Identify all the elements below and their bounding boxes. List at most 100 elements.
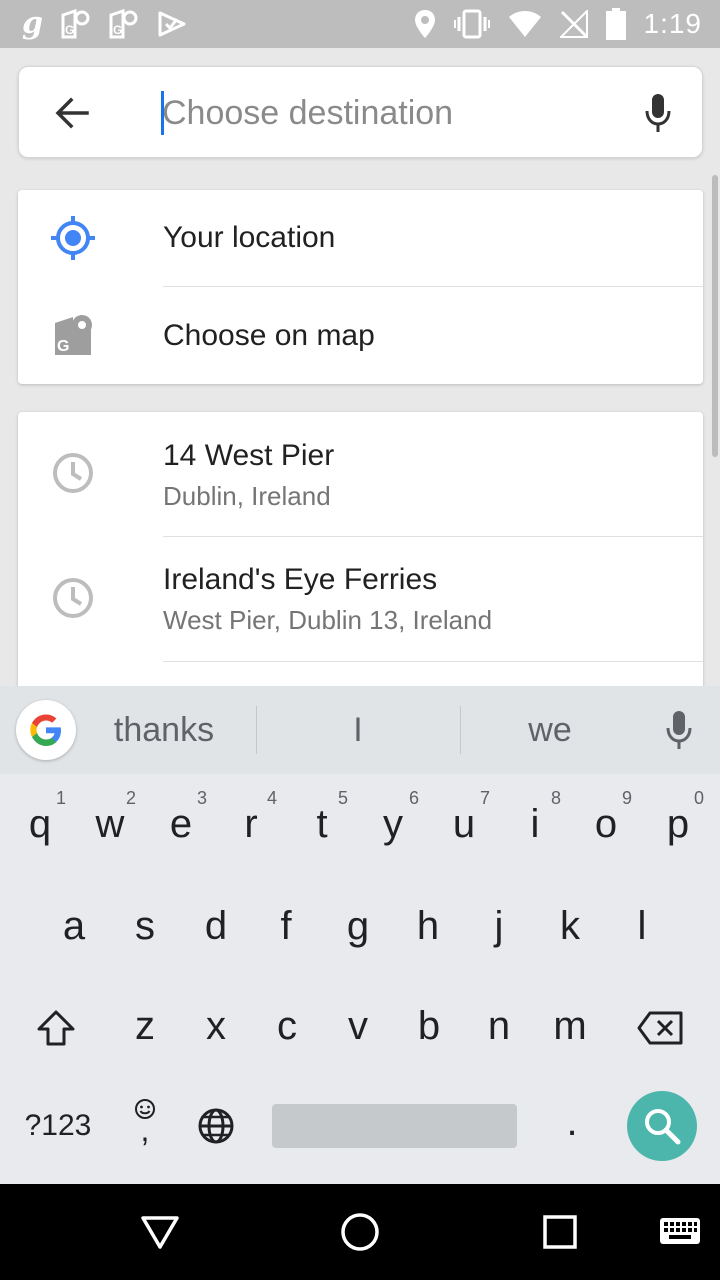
suggestion-item[interactable]: thanks bbox=[96, 706, 232, 754]
key-hint: 5 bbox=[337, 788, 348, 808]
key-label: p bbox=[666, 801, 690, 846]
key-g[interactable]: g bbox=[326, 886, 390, 966]
key-label: e bbox=[169, 801, 193, 846]
google-button[interactable] bbox=[16, 700, 76, 760]
key-h[interactable]: h bbox=[396, 886, 460, 966]
search-icon bbox=[645, 1109, 681, 1145]
microphone-icon bbox=[645, 94, 671, 132]
destination-search-input[interactable] bbox=[162, 87, 612, 139]
svg-text:G: G bbox=[57, 338, 69, 355]
your-location-label: Your location bbox=[163, 221, 336, 254]
key-q[interactable]: q1 bbox=[8, 784, 72, 864]
wifi-icon bbox=[508, 11, 541, 37]
status-bar: g G G 1:19 bbox=[0, 0, 720, 48]
key-label: r bbox=[244, 801, 258, 846]
symbols-key[interactable]: ?123 bbox=[18, 1086, 98, 1166]
voice-search-button[interactable] bbox=[638, 89, 678, 137]
svg-text:G: G bbox=[113, 23, 122, 37]
back-button[interactable] bbox=[47, 89, 97, 137]
keyboard-icon bbox=[660, 1218, 700, 1244]
key-n[interactable]: n bbox=[467, 986, 531, 1066]
svg-text:G: G bbox=[65, 23, 74, 37]
choose-on-map-label: Choose on map bbox=[163, 319, 375, 352]
arrow-back-icon bbox=[55, 97, 89, 129]
key-b[interactable]: b bbox=[397, 986, 461, 1066]
key-j[interactable]: j bbox=[467, 886, 531, 966]
vibrate-icon bbox=[453, 9, 490, 39]
key-a[interactable]: a bbox=[42, 886, 106, 966]
suggestion-item[interactable]: we bbox=[488, 706, 612, 754]
language-key[interactable] bbox=[184, 1086, 248, 1166]
recent-place-item[interactable]: 14 West Pier Dublin, Ireland bbox=[18, 412, 703, 536]
recent-place-item[interactable]: Ireland's Eye Ferries West Pier, Dublin … bbox=[18, 537, 703, 661]
key-hint: 2 bbox=[125, 788, 136, 808]
key-label: o bbox=[594, 801, 618, 846]
divider bbox=[163, 661, 703, 662]
keyboard-voice-button[interactable] bbox=[662, 708, 696, 752]
key-s[interactable]: s bbox=[113, 886, 177, 966]
home-nav-button[interactable] bbox=[336, 1208, 384, 1256]
recent-place-subtitle: Dublin, Ireland bbox=[163, 481, 331, 511]
key-z[interactable]: z bbox=[113, 986, 177, 1066]
recent-place-title: 14 West Pier bbox=[163, 439, 335, 472]
comma-emoji-key[interactable]: , bbox=[113, 1086, 177, 1166]
choose-on-map-icon: G bbox=[50, 312, 96, 358]
shift-icon bbox=[37, 1010, 75, 1046]
globe-icon bbox=[198, 1108, 234, 1144]
key-e[interactable]: e3 bbox=[149, 784, 213, 864]
recents-nav-button[interactable] bbox=[536, 1208, 584, 1256]
divider bbox=[256, 706, 257, 754]
key-u[interactable]: u7 bbox=[432, 784, 496, 864]
key-c[interactable]: c bbox=[255, 986, 319, 1066]
key-t[interactable]: t5 bbox=[290, 784, 354, 864]
shift-key[interactable] bbox=[24, 988, 88, 1068]
key-i[interactable]: i8 bbox=[503, 784, 567, 864]
key-v[interactable]: v bbox=[326, 986, 390, 1066]
location-icon bbox=[414, 10, 435, 38]
key-l[interactable]: l bbox=[610, 886, 674, 966]
key-y[interactable]: y6 bbox=[361, 784, 425, 864]
key-label: y bbox=[383, 801, 403, 846]
suggestion-item[interactable]: I bbox=[296, 706, 420, 754]
check-icon bbox=[158, 11, 186, 37]
key-o[interactable]: o9 bbox=[574, 784, 638, 864]
key-label: t bbox=[316, 801, 328, 846]
maps-icon: G bbox=[61, 9, 90, 39]
key-m[interactable]: m bbox=[538, 986, 602, 1066]
divider bbox=[460, 706, 461, 754]
search-bar bbox=[18, 66, 703, 158]
microphone-icon bbox=[666, 711, 692, 749]
navigation-bar bbox=[0, 1184, 720, 1280]
google-g-icon bbox=[30, 714, 61, 746]
battery-icon bbox=[605, 8, 626, 40]
key-d[interactable]: d bbox=[184, 886, 248, 966]
keyboard-switch-button[interactable] bbox=[656, 1208, 704, 1256]
key-r[interactable]: r4 bbox=[219, 784, 283, 864]
recent-place-title: Ireland's Eye Ferries bbox=[163, 563, 438, 596]
key-p[interactable]: p0 bbox=[646, 784, 710, 864]
recent-places-card: 14 West Pier Dublin, Ireland Ireland's E… bbox=[18, 412, 703, 712]
maps-icon: G bbox=[109, 9, 138, 39]
nav-back-icon bbox=[141, 1216, 179, 1249]
key-f[interactable]: f bbox=[254, 886, 318, 966]
backspace-key[interactable] bbox=[628, 988, 692, 1068]
key-k[interactable]: k bbox=[538, 886, 602, 966]
space-key[interactable] bbox=[272, 1104, 517, 1148]
status-time: 1:19 bbox=[643, 8, 702, 39]
key-w[interactable]: w2 bbox=[78, 784, 142, 864]
key-hint: 8 bbox=[550, 788, 561, 808]
g-icon: g bbox=[22, 6, 43, 41]
key-hint: 9 bbox=[621, 788, 632, 808]
key-hint: 7 bbox=[479, 788, 490, 808]
recents-icon bbox=[543, 1215, 577, 1249]
your-location-option[interactable]: Your location bbox=[18, 190, 703, 286]
recent-place-subtitle: West Pier, Dublin 13, Ireland bbox=[163, 605, 493, 635]
back-nav-button[interactable] bbox=[136, 1208, 184, 1256]
period-key[interactable]: . bbox=[540, 1082, 604, 1162]
key-hint: 1 bbox=[55, 788, 66, 808]
choose-on-map-option[interactable]: G Choose on map bbox=[18, 287, 703, 384]
scrollbar[interactable] bbox=[712, 175, 718, 457]
search-enter-key[interactable] bbox=[627, 1091, 697, 1161]
key-x[interactable]: x bbox=[184, 986, 248, 1066]
backspace-icon bbox=[637, 1011, 683, 1045]
